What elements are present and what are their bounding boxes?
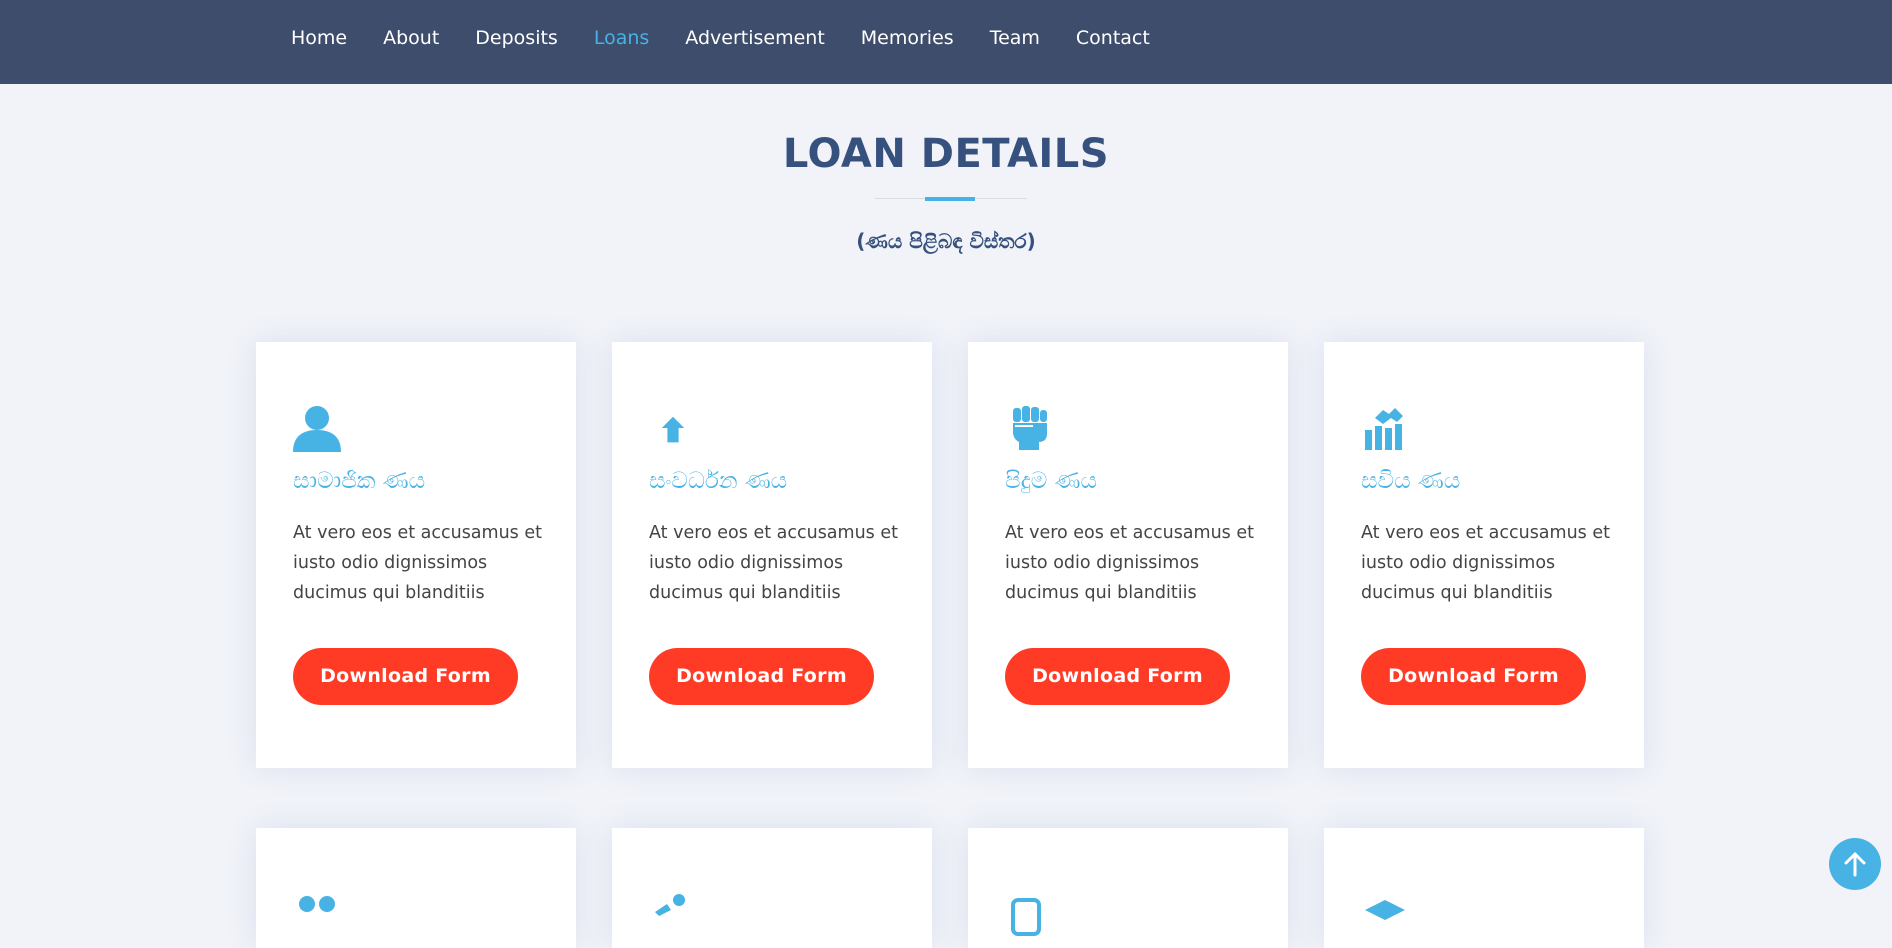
download-form-button[interactable]: Download Form (1361, 648, 1586, 705)
raised-fist-icon (1005, 404, 1053, 452)
back-to-top-button[interactable] (1829, 838, 1881, 890)
nav-item-memories[interactable]: Memories (861, 24, 954, 52)
handshake-chart-icon (1361, 404, 1409, 452)
loan-card-description: At vero eos et accusamus et iusto odio d… (293, 523, 542, 603)
loan-card-title: සාමාජික ණය (293, 468, 426, 494)
section-title: LOAN DETAILS (782, 131, 1110, 177)
loan-card: සාමාජික ණය At vero eos et accusamus et i… (256, 342, 576, 768)
loan-card-title: සවිය ණය (1361, 468, 1461, 494)
person-walk-icon (649, 890, 697, 938)
arrow-up-icon (649, 404, 697, 452)
loan-card (612, 828, 932, 948)
nav-item-team[interactable]: Team (990, 24, 1040, 52)
nav-item-about[interactable]: About (383, 24, 439, 52)
loan-card (968, 828, 1288, 948)
download-form-button[interactable]: Download Form (1005, 648, 1230, 705)
loan-card (1324, 828, 1644, 948)
title-divider-accent (925, 197, 975, 201)
device-icon (1005, 890, 1053, 938)
download-form-button[interactable]: Download Form (649, 648, 874, 705)
nav-item-contact[interactable]: Contact (1076, 24, 1150, 52)
nav-item-deposits[interactable]: Deposits (475, 24, 558, 52)
nav-menu: Home About Deposits Loans Advertisement … (291, 24, 1186, 52)
loan-card: සවිය ණය At vero eos et accusamus et iust… (1324, 342, 1644, 768)
loan-card: සංවර්ධන ණය At vero eos et accusamus et i… (612, 342, 932, 768)
section-subtitle: (ණය පිළිබඳ විස්තර) (856, 229, 1036, 253)
loan-card-description: At vero eos et accusamus et iusto odio d… (1361, 523, 1610, 603)
loan-card-description: At vero eos et accusamus et iusto odio d… (1005, 523, 1254, 603)
graduation-cap-icon (1361, 890, 1409, 938)
loan-card: පිදුම ණය At vero eos et accusamus et ius… (968, 342, 1288, 768)
arrow-up-icon (1844, 852, 1866, 877)
loan-card-description: At vero eos et accusamus et iusto odio d… (649, 523, 898, 603)
download-form-button[interactable]: Download Form (293, 648, 518, 705)
loan-card (256, 828, 576, 948)
people-icon (293, 890, 341, 938)
loan-card-title: සංවර්ධන ණය (649, 468, 788, 494)
top-navbar: Home About Deposits Loans Advertisement … (0, 0, 1892, 84)
nav-item-loans[interactable]: Loans (594, 24, 649, 52)
nav-item-advertisement[interactable]: Advertisement (685, 24, 824, 52)
loan-card-title: පිදුම ණය (1005, 468, 1097, 494)
person-icon (293, 404, 341, 452)
nav-item-home[interactable]: Home (291, 24, 347, 52)
